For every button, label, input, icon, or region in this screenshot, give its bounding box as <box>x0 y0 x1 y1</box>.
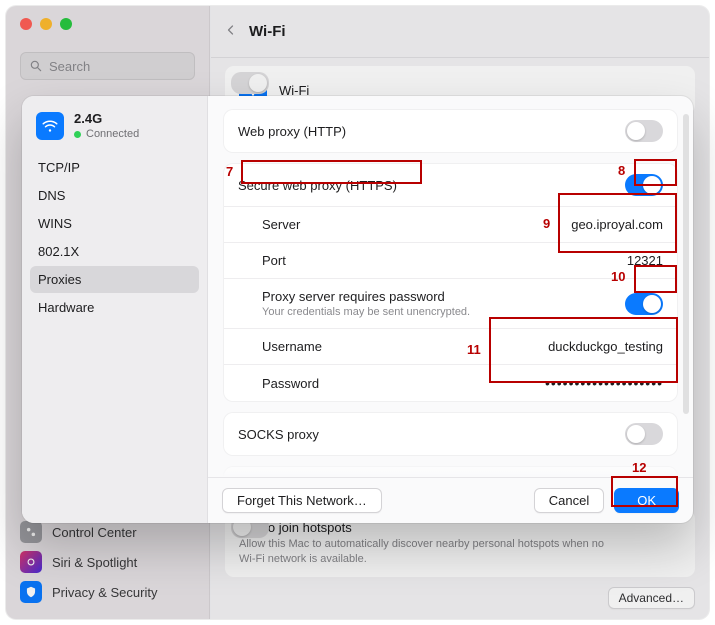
sidebar-item-8021x[interactable]: 802.1X <box>30 238 199 265</box>
http-proxy-toggle[interactable] <box>625 120 663 142</box>
forget-network-button[interactable]: Forget This Network… <box>222 488 382 513</box>
socks-proxy-card: SOCKS proxy <box>224 413 677 455</box>
sidebar-item-tcpip[interactable]: TCP/IP <box>30 154 199 181</box>
network-status: Connected <box>74 128 139 140</box>
proxies-sheet: 2.4G Connected TCP/IP DNS WINS 802.1X Pr… <box>22 96 693 523</box>
cancel-button[interactable]: Cancel <box>534 488 604 513</box>
auth-label: Proxy server requires password <box>238 289 470 304</box>
sheet-toolbar: Forget This Network… Cancel OK <box>208 477 693 523</box>
network-header: 2.4G Connected <box>30 110 199 154</box>
ok-button[interactable]: OK <box>614 488 679 513</box>
password-label: Password <box>238 376 319 391</box>
password-field[interactable]: •••••••••••••••••••• <box>545 375 663 391</box>
username-label: Username <box>238 339 322 354</box>
auth-sublabel: Your credentials may be sent unencrypted… <box>238 306 470 318</box>
proxies-scroll-area: Web proxy (HTTP) Secure web proxy (HTTPS… <box>208 96 693 477</box>
scrollbar[interactable] <box>683 114 689 414</box>
password-row: Password •••••••••••••••••••• <box>224 365 677 401</box>
auth-row: Proxy server requires password Your cred… <box>224 279 677 329</box>
socks-proxy-row: SOCKS proxy <box>224 413 677 455</box>
sheet-sidebar: 2.4G Connected TCP/IP DNS WINS 802.1X Pr… <box>22 96 208 523</box>
port-label: Port <box>238 253 286 268</box>
server-row: Server geo.iproyal.com <box>224 207 677 243</box>
https-proxy-row: Secure web proxy (HTTPS) <box>224 164 677 207</box>
username-field[interactable]: duckduckgo_testing <box>548 339 663 354</box>
http-proxy-card: Web proxy (HTTP) <box>224 110 677 152</box>
socks-proxy-toggle[interactable] <box>625 423 663 445</box>
https-proxy-card: Secure web proxy (HTTPS) Server geo.ipro… <box>224 164 677 401</box>
auth-toggle[interactable] <box>625 293 663 315</box>
server-label: Server <box>238 217 300 232</box>
sidebar-item-hardware[interactable]: Hardware <box>30 294 199 321</box>
sidebar-item-wins[interactable]: WINS <box>30 210 199 237</box>
port-row: Port 12321 <box>224 243 677 279</box>
socks-proxy-label: SOCKS proxy <box>238 427 319 442</box>
wifi-icon <box>36 112 64 140</box>
port-field[interactable]: 12321 <box>627 253 663 268</box>
username-row: Username duckduckgo_testing <box>224 329 677 365</box>
http-proxy-label: Web proxy (HTTP) <box>238 124 346 139</box>
sheet-main: Web proxy (HTTP) Secure web proxy (HTTPS… <box>208 96 693 523</box>
https-proxy-label: Secure web proxy (HTTPS) <box>238 178 397 193</box>
sidebar-item-proxies[interactable]: Proxies <box>30 266 199 293</box>
network-name: 2.4G <box>74 112 139 126</box>
server-field[interactable]: geo.iproyal.com <box>571 217 663 232</box>
https-proxy-toggle[interactable] <box>625 174 663 196</box>
http-proxy-row: Web proxy (HTTP) <box>224 110 677 152</box>
sidebar-item-dns[interactable]: DNS <box>30 182 199 209</box>
